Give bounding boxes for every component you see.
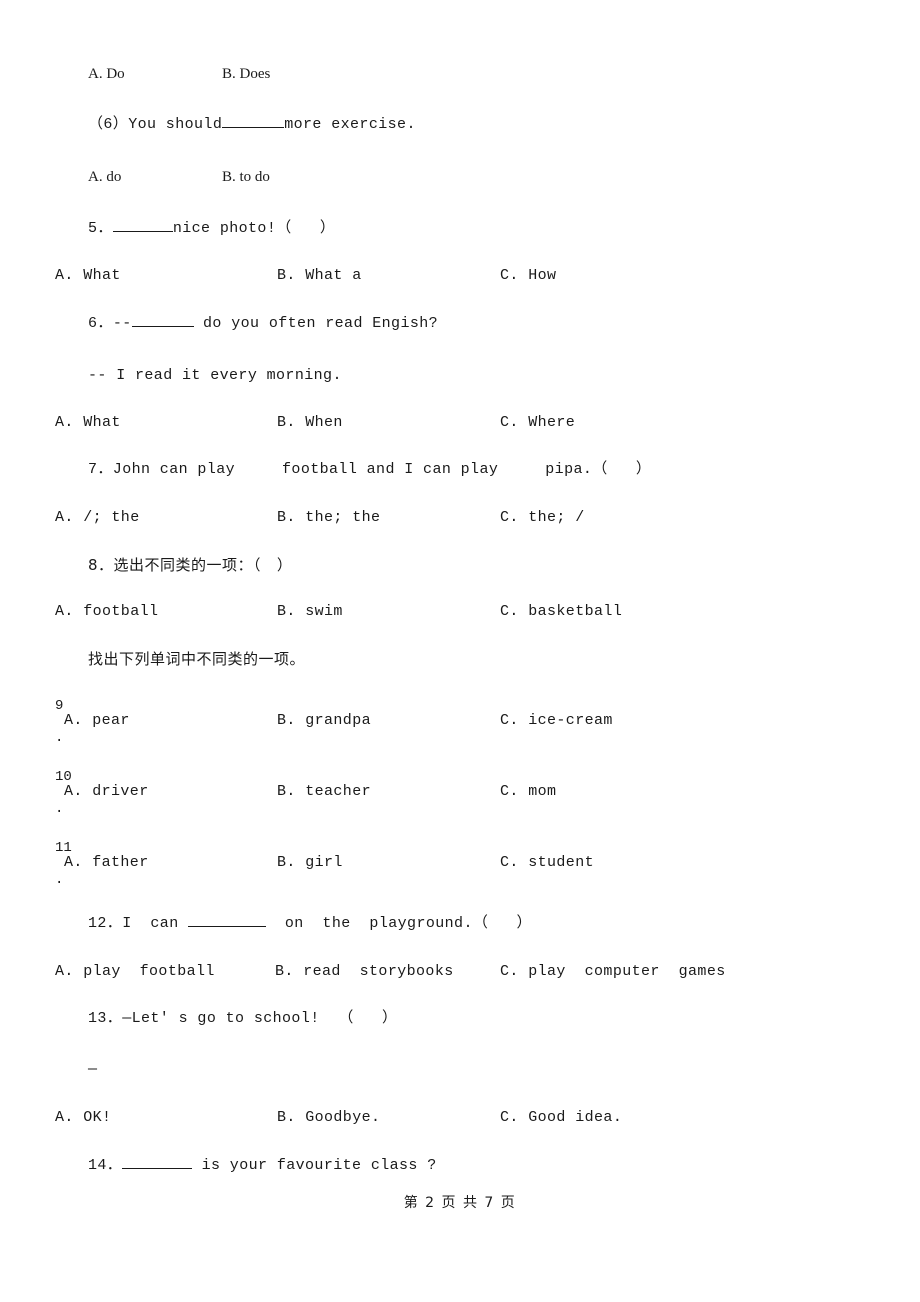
- question-number-dot: .: [55, 730, 64, 746]
- option-c: C. the; /: [500, 509, 585, 526]
- option-c: C. mom: [500, 783, 557, 800]
- option-a: A. pear: [64, 712, 130, 729]
- option-c: C. play computer games: [500, 963, 726, 980]
- fill-blank: [131, 326, 194, 327]
- option-a: A. do: [88, 169, 122, 185]
- exam-page: A. Do B. Does （6）You should more exercise…: [0, 0, 920, 1302]
- option-c: C. Good idea.: [500, 1109, 623, 1126]
- option-row-8: A. football B. swim C. basketball: [0, 602, 920, 622]
- question-number-dot: .: [55, 872, 64, 888]
- stem-text-pre: --: [112, 315, 132, 332]
- option-a: A. OK!: [55, 1109, 112, 1126]
- option-b: B. What a: [277, 267, 362, 284]
- stem-text-pre: （6）You should: [88, 116, 223, 133]
- option-row-sub6: A. do B. to do: [0, 167, 920, 187]
- option-row-13: A. OK! B. Goodbye. C. Good idea.: [0, 1108, 920, 1128]
- question-stem-7: 7．John can play football and I can play …: [88, 461, 652, 478]
- option-c: C. ice-cream: [500, 712, 613, 729]
- option-row-q4: A. Do B. Does: [0, 64, 920, 84]
- option-b: B. Goodbye.: [277, 1109, 381, 1126]
- question-6-answer-line: -- I read it every morning.: [88, 367, 342, 384]
- option-b: B. the; the: [277, 509, 381, 526]
- question-stem-8: 8．选出不同类的一项：（ ）: [88, 556, 293, 574]
- option-c: C. How: [500, 267, 557, 284]
- option-b: B. Does: [222, 66, 271, 82]
- question-stem-5: 5． nice photo!（ ）: [88, 219, 335, 239]
- option-row-12: A. play football B. read storybooks C. p…: [0, 962, 920, 982]
- option-a: A. football: [55, 603, 159, 620]
- option-row-9: A. pear B. grandpa C. ice-cream: [0, 711, 920, 731]
- fill-blank: [222, 127, 285, 128]
- question-13-reply-dash: —: [88, 1061, 98, 1078]
- question-stem-6: 6．-- do you often read Engish?: [88, 314, 438, 334]
- option-a: A. play football: [55, 963, 215, 980]
- fill-blank: [112, 231, 173, 232]
- option-row-6: A. What B. When C. Where: [0, 413, 920, 433]
- stem-text-post: more exercise.: [284, 116, 416, 133]
- question-stem-13: 13．—Let' s go to school! （ ）: [88, 1010, 398, 1027]
- question-stem-14: 14． is your favourite class ?: [88, 1156, 437, 1176]
- option-b: B. girl: [277, 854, 343, 871]
- stem-text-post: on the playground.（ ）: [266, 915, 532, 932]
- fill-blank: [188, 926, 267, 927]
- option-b: B. to do: [222, 169, 270, 185]
- question-number: 6．: [88, 315, 113, 332]
- option-row-7: A. /; the B. the; the C. the; /: [0, 508, 920, 528]
- option-b: B. swim: [277, 603, 343, 620]
- question-number-dot: .: [55, 801, 64, 817]
- question-number: 12．I can: [88, 915, 189, 932]
- option-a: A. /; the: [55, 509, 140, 526]
- question-number: 5．: [88, 220, 113, 237]
- question-number: 14．: [88, 1157, 123, 1174]
- option-b: B. read storybooks: [275, 963, 454, 980]
- option-b: B. grandpa: [277, 712, 372, 729]
- option-b: B. When: [277, 414, 343, 431]
- fill-blank: [122, 1168, 193, 1169]
- page-footer: 第 2 页 共 7 页: [403, 1195, 517, 1211]
- stem-text-post: do you often read Engish?: [193, 315, 439, 332]
- section-instruction: 找出下列单词中不同类的一项。: [88, 650, 306, 668]
- option-c: C. Where: [500, 414, 576, 431]
- option-row-5: A. What B. What a C. How: [0, 266, 920, 286]
- option-a: A. Do: [88, 66, 125, 82]
- stem-text-post: nice photo!（ ）: [172, 220, 336, 237]
- question-stem-sub6: （6）You should more exercise.: [88, 115, 416, 135]
- option-row-11: A. father B. girl C. student: [0, 853, 920, 873]
- stem-text-post: is your favourite class ?: [192, 1157, 437, 1174]
- option-b: B. teacher: [277, 783, 372, 800]
- option-a: A. What: [55, 414, 121, 431]
- option-row-10: A. driver B. teacher C. mom: [0, 782, 920, 802]
- question-stem-12: 12．I can on the playground.（ ）: [88, 914, 532, 934]
- option-c: C. student: [500, 854, 595, 871]
- option-a: A. What: [55, 267, 121, 284]
- option-c: C. basketball: [500, 603, 623, 620]
- option-a: A. driver: [64, 783, 149, 800]
- option-a: A. father: [64, 854, 149, 871]
